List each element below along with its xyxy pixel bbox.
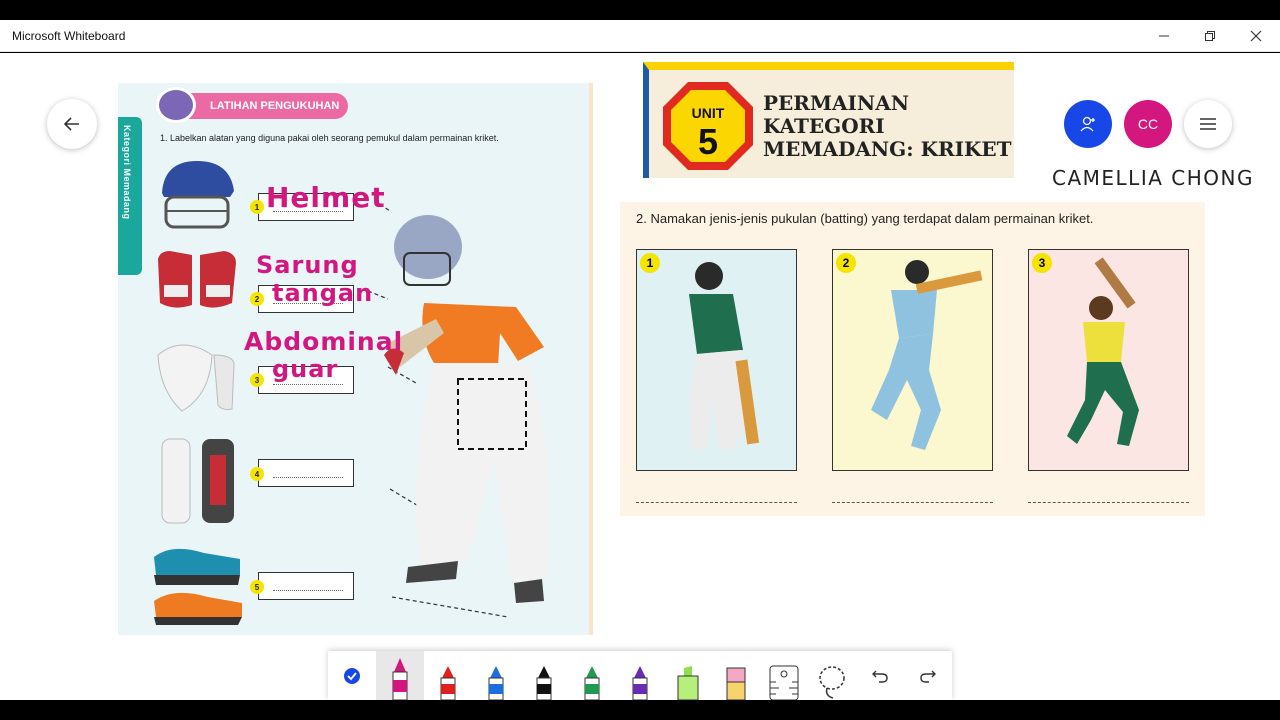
answer-line-1[interactable] — [636, 502, 797, 503]
equipment-illustrations — [154, 161, 242, 625]
handwriting-tangan: tangan — [272, 279, 374, 307]
number-badge: 5 — [250, 580, 264, 594]
arrow-left-icon — [63, 117, 79, 131]
app-title: Microsoft Whiteboard — [12, 29, 126, 43]
question-1: 1. Labelkan alatan yang diguna pakai ole… — [160, 133, 499, 143]
panel-number: 2 — [836, 253, 856, 273]
pen-icon — [392, 658, 408, 700]
unit-badge: UNIT 5 — [663, 82, 753, 170]
handwriting-guar: guar — [272, 355, 339, 383]
highlighter-icon — [726, 667, 746, 700]
label-box-5[interactable] — [258, 572, 354, 600]
close-icon — [1250, 30, 1262, 42]
lasso-icon — [819, 666, 845, 699]
select-tool[interactable] — [328, 651, 376, 700]
pen-black[interactable] — [520, 651, 568, 700]
batsman-illustration — [367, 207, 551, 618]
answer-line-2[interactable] — [832, 502, 993, 503]
redo-icon — [920, 670, 936, 683]
side-tab-label: Kategori Memadang — [122, 125, 132, 220]
redo-button[interactable] — [904, 651, 952, 700]
undo-icon — [872, 670, 888, 683]
pen-purple[interactable] — [616, 651, 664, 700]
minimize-button[interactable] — [1141, 20, 1187, 52]
pen-blue[interactable] — [472, 651, 520, 700]
pen-icon — [632, 666, 648, 700]
pen-icon — [584, 666, 600, 700]
minimize-icon — [1159, 35, 1169, 37]
handwriting-sarung: Sarung — [256, 251, 359, 279]
batsman-1-illustration — [689, 262, 760, 450]
restore-button[interactable] — [1187, 20, 1233, 52]
label-box-4[interactable] — [258, 459, 354, 487]
lasso-tool[interactable] — [808, 651, 856, 700]
highlighter-icon — [677, 666, 699, 700]
undo-button[interactable] — [856, 651, 904, 700]
invite-button[interactable] — [1064, 100, 1112, 148]
unit-title: PERMAINAN KATEGORI MEMADANG: KRIKET — [763, 92, 1011, 161]
check-circle-icon — [344, 667, 360, 684]
unit-banner[interactable]: UNIT 5 PERMAINAN KATEGORI MEMADANG: KRIK… — [643, 62, 1014, 178]
back-button[interactable] — [47, 99, 97, 149]
pen-icon — [536, 666, 552, 700]
handwriting-name: CAMELLIA CHONG — [1052, 166, 1254, 190]
hamburger-icon — [1200, 118, 1216, 130]
add-person-icon — [1080, 116, 1095, 132]
unit-title-line-3: MEMADANG: KRIKET — [763, 137, 1012, 161]
unit-title-line-2: KATEGORI — [763, 114, 885, 138]
restore-icon — [1205, 31, 1215, 41]
unit-number: 5 — [698, 121, 718, 162]
side-tab: Kategori Memadang — [118, 117, 142, 275]
section-title: LATIHAN PENGUKUHAN — [210, 100, 340, 112]
batting-panel-1: 1 — [636, 249, 797, 471]
worksheet-latihan[interactable]: Kategori Memadang LATIHAN PENGUKUHAN 1. … — [118, 83, 593, 635]
number-badge: 4 — [250, 467, 264, 481]
menu-button[interactable] — [1184, 100, 1232, 148]
panel-number: 1 — [640, 253, 660, 273]
batsman-2-illustration — [871, 260, 983, 450]
highlighter-pink[interactable] — [712, 651, 760, 700]
ruler-tool[interactable] — [760, 651, 808, 700]
highlighter-green[interactable] — [664, 651, 712, 700]
close-button[interactable] — [1233, 20, 1279, 52]
pen-icon — [488, 666, 504, 700]
number-badge: 2 — [250, 292, 264, 306]
panel-number: 3 — [1032, 253, 1052, 273]
unit-title-line-1: PERMAINAN — [763, 91, 909, 115]
batsman-3-illustration — [1067, 257, 1139, 446]
pen-icon — [440, 666, 456, 700]
worksheet-question-2[interactable]: 2. Namakan jenis-jenis pukulan (batting)… — [620, 202, 1205, 516]
ink-toolbar — [328, 651, 952, 700]
handwriting-helmet: Helmet — [266, 181, 386, 214]
number-badge: 1 — [250, 200, 264, 214]
title-bar: Microsoft Whiteboard — [0, 20, 1280, 52]
batting-panel-2: 2 — [832, 249, 993, 471]
user-avatar[interactable]: CC — [1124, 100, 1172, 148]
pen-pink[interactable] — [376, 651, 424, 700]
answer-line-3[interactable] — [1028, 502, 1189, 503]
handwriting-abdominal: Abdominal — [244, 327, 404, 356]
notebook-icon — [156, 87, 196, 123]
pen-red[interactable] — [424, 651, 472, 700]
question-2: 2. Namakan jenis-jenis pukulan (batting)… — [636, 211, 1094, 226]
unit-label: UNIT — [692, 105, 725, 121]
number-badge: 3 — [250, 373, 264, 387]
pen-green[interactable] — [568, 651, 616, 700]
batting-panel-3: 3 — [1028, 249, 1189, 471]
ruler-icon — [769, 665, 799, 700]
